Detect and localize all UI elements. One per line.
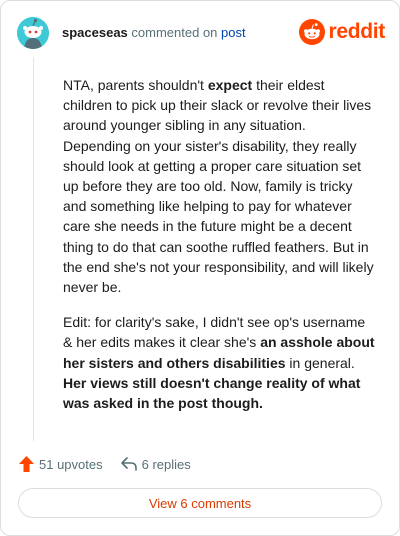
- reddit-logo-icon: [299, 19, 326, 45]
- reddit-wordmark: reddit: [328, 20, 385, 43]
- replies-button[interactable]: 6 replies: [120, 456, 191, 472]
- paragraph1-bold: expect: [207, 77, 253, 93]
- paragraph1-text-b: their eldest children to pick up their s…: [63, 77, 374, 296]
- byline: spaceseas commented on post: [62, 25, 246, 41]
- username[interactable]: spaceseas: [62, 25, 128, 40]
- reply-count: 6 replies: [141, 456, 191, 472]
- reddit-logo[interactable]: reddit: [299, 19, 385, 45]
- comment-actions: 51 upvotes 6 replies: [19, 453, 191, 475]
- paragraph2-bold-2: Her views still doesn't change reality o…: [63, 374, 361, 412]
- upvote-count: 51 upvotes: [39, 456, 103, 472]
- comment-body: NTA, parents shouldn't expect their elde…: [63, 75, 375, 428]
- thread-line[interactable]: [33, 57, 34, 441]
- upvote-button[interactable]: 51 upvotes: [19, 456, 103, 472]
- paragraph2-text-b: in general.: [285, 354, 355, 371]
- comment-card: spaceseas commented on post reddit NTA, …: [0, 0, 400, 536]
- paragraph1-text-a: NTA, parents shouldn't: [63, 77, 208, 93]
- post-link[interactable]: post: [221, 25, 246, 40]
- comment-header: spaceseas commented on post reddit: [17, 17, 385, 49]
- comment-paragraph-2: Edit: for clarity's sake, I didn't see o…: [63, 312, 375, 413]
- byline-action: commented on: [131, 25, 218, 40]
- snoo-avatar-icon[interactable]: [17, 17, 49, 49]
- view-comments-button[interactable]: View 6 comments: [18, 488, 382, 518]
- reply-arrow-icon: [120, 457, 137, 471]
- comment-paragraph-1: NTA, parents shouldn't expect their elde…: [63, 75, 375, 297]
- upvote-arrow-icon: [19, 456, 34, 472]
